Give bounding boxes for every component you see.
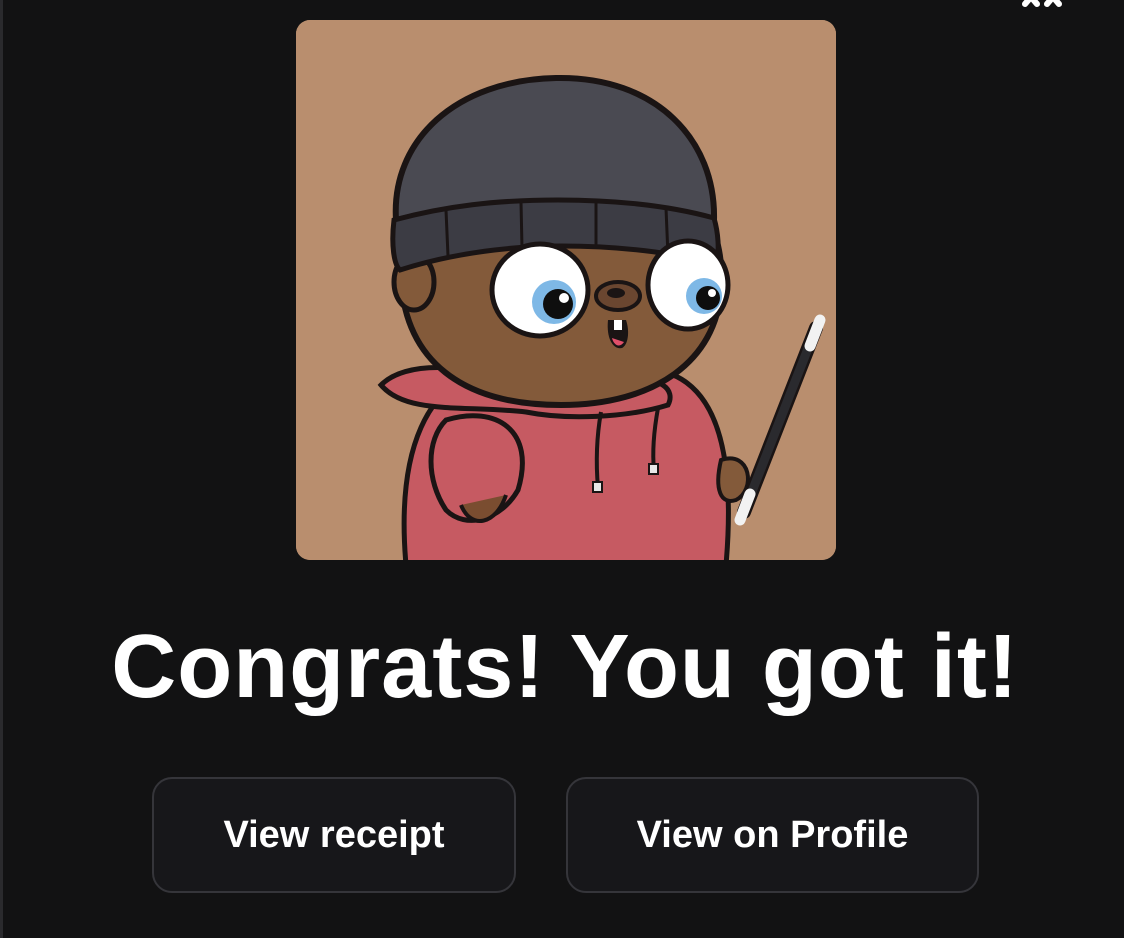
close-button[interactable] — [1011, 0, 1071, 10]
close-icon — [1022, 0, 1062, 7]
view-receipt-button[interactable]: View receipt — [152, 777, 516, 893]
success-headline: Congrats! You got it! — [111, 617, 1019, 717]
view-on-profile-label: View on Profile — [636, 813, 909, 856]
nft-image — [296, 20, 836, 560]
view-on-profile-button[interactable]: View on Profile — [566, 777, 979, 893]
view-receipt-label: View receipt — [223, 813, 445, 856]
gopher-illustration — [296, 20, 836, 560]
success-modal: Congrats! You got it! View receipt View … — [0, 0, 1124, 938]
